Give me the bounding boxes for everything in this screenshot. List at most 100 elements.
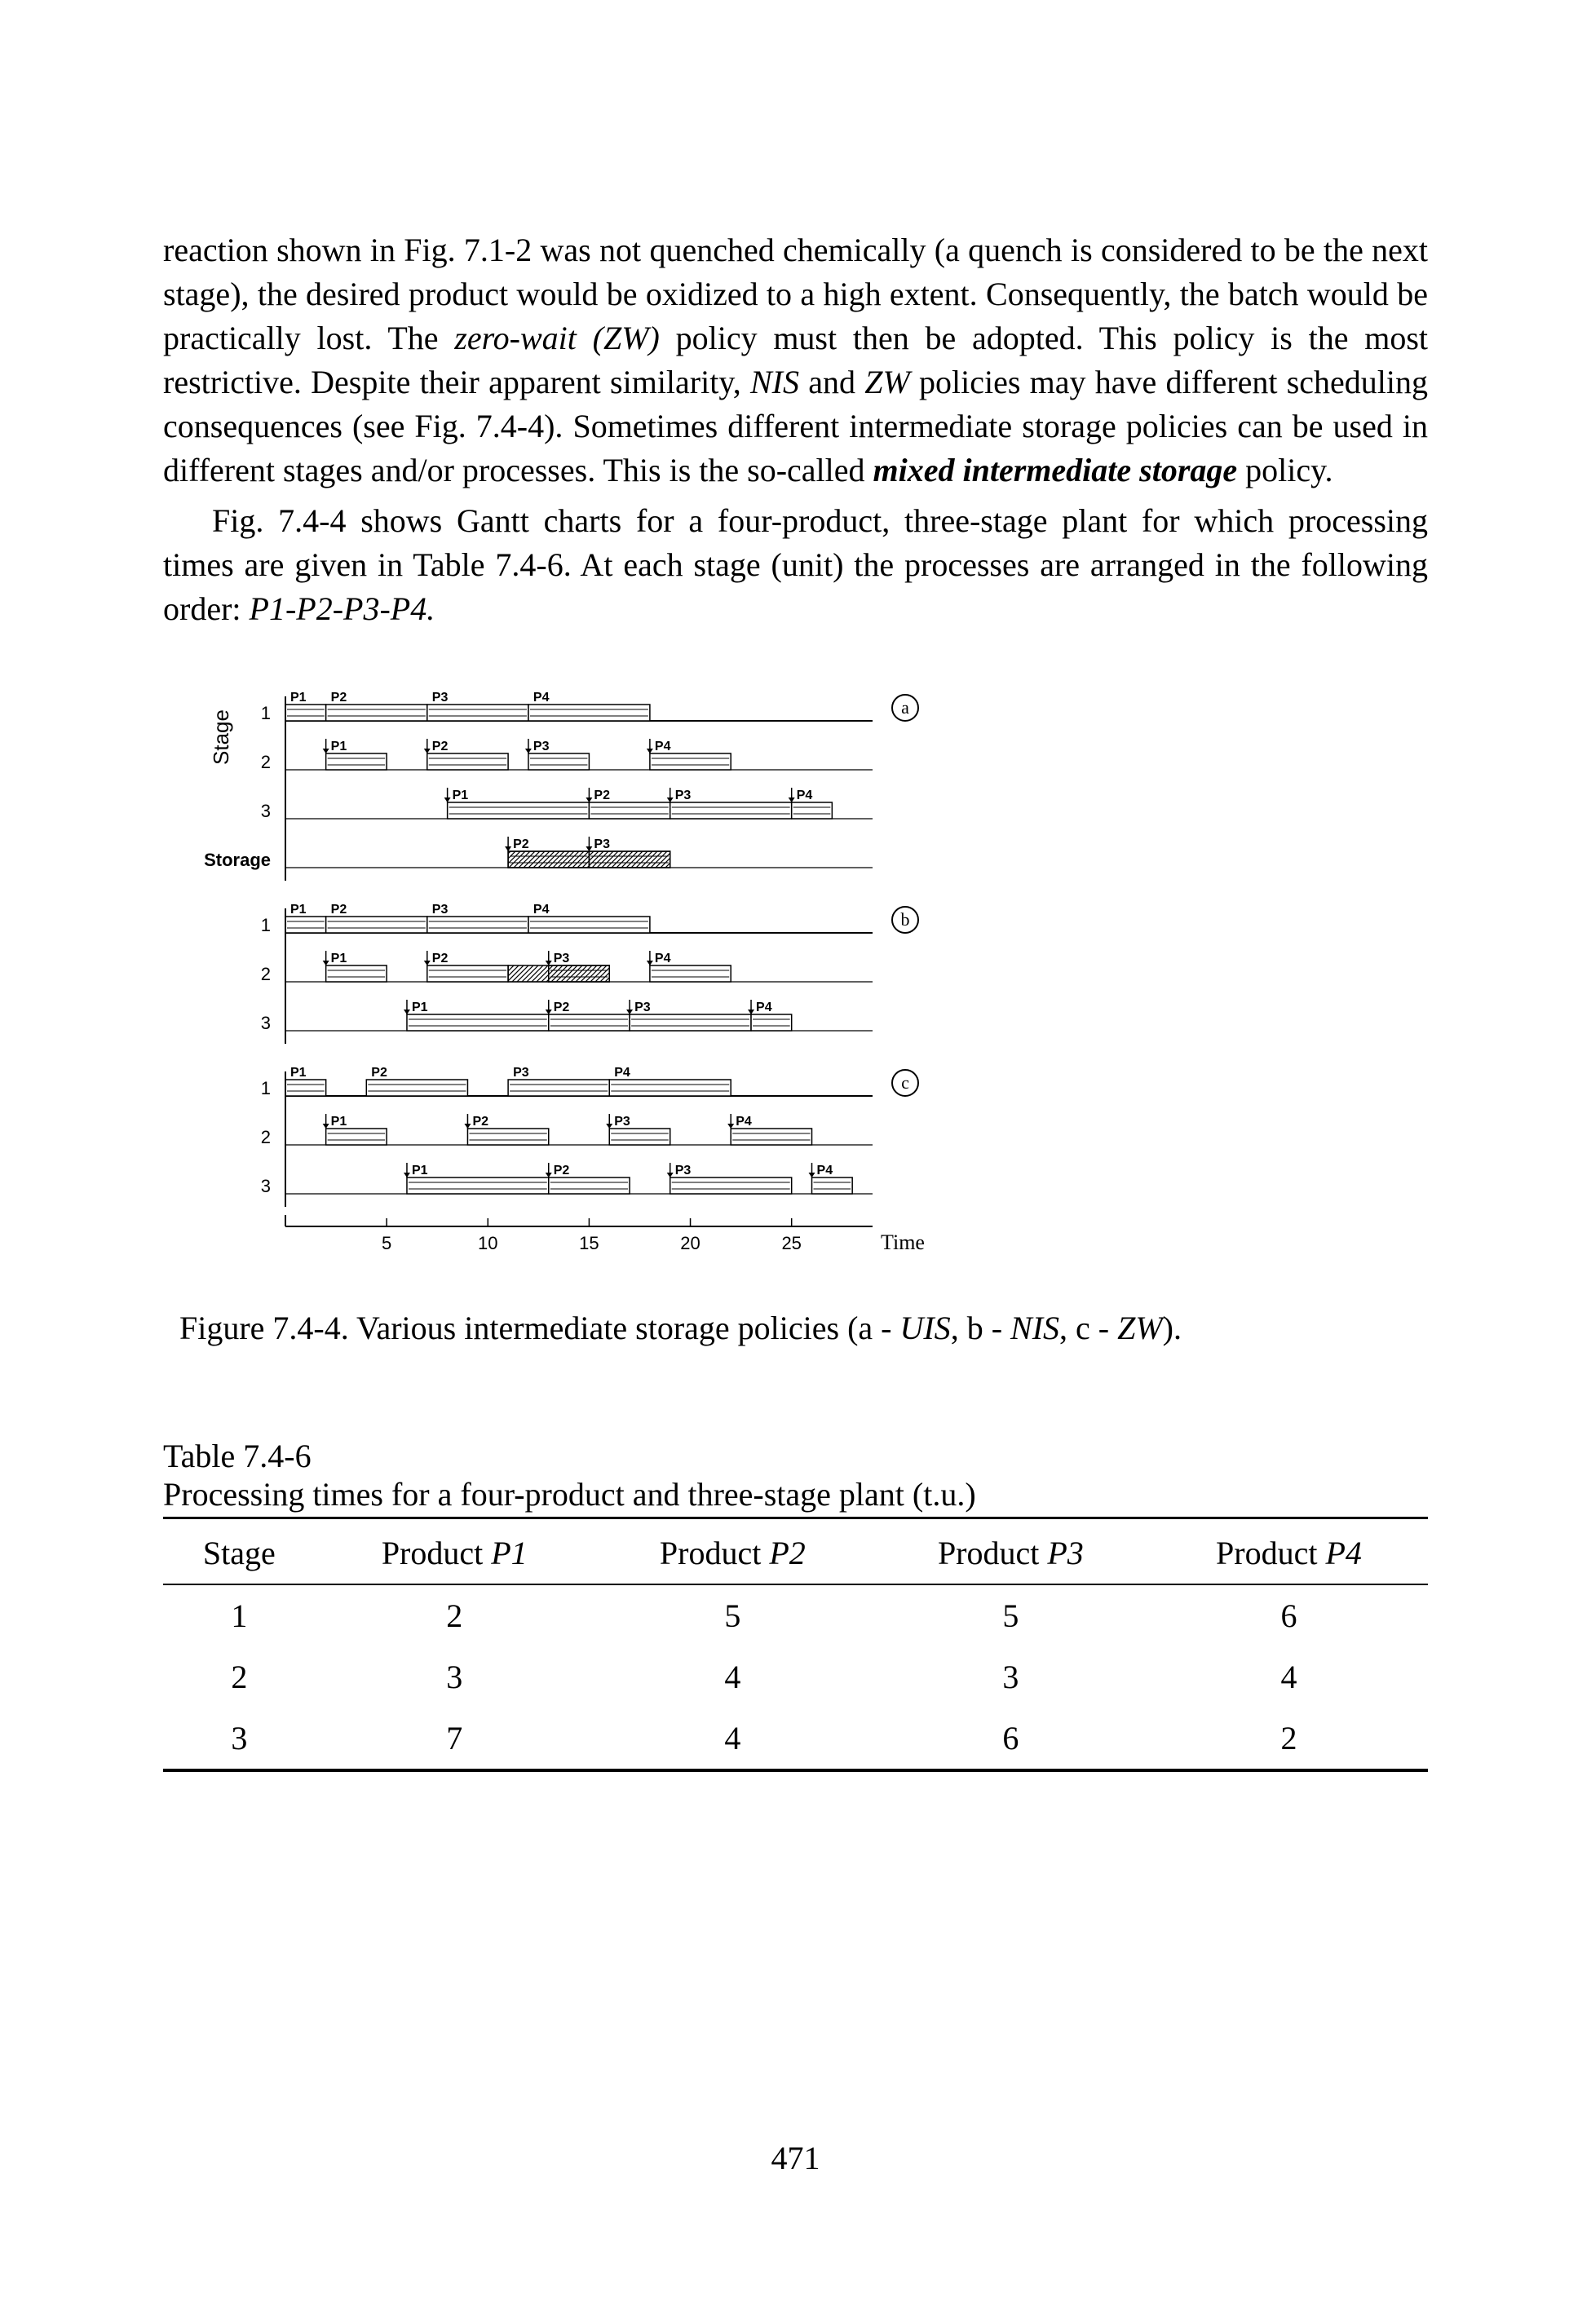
table-cell: 2 bbox=[1150, 1708, 1428, 1770]
table-header: Product P2 bbox=[594, 1522, 872, 1584]
svg-text:P3: P3 bbox=[533, 740, 550, 753]
svg-text:3: 3 bbox=[261, 801, 271, 821]
table-title: Table 7.4-6 bbox=[163, 1437, 1428, 1475]
table-subtitle: Processing times for a four-product and … bbox=[163, 1475, 1428, 1519]
figure-7-4-4: Stage1P1P2P3P42P1P2P3P43P1P2P3P4StorageP… bbox=[179, 664, 1428, 1347]
text-italic: zero-wait (ZW) bbox=[454, 320, 660, 356]
svg-text:P1: P1 bbox=[290, 691, 307, 705]
body-paragraph-2: Fig. 7.4-4 shows Gantt charts for a four… bbox=[163, 499, 1428, 631]
svg-text:2: 2 bbox=[261, 964, 271, 984]
table-cell: 4 bbox=[594, 1646, 872, 1708]
text-run: policy. bbox=[1237, 452, 1332, 488]
svg-text:P4: P4 bbox=[533, 903, 550, 917]
svg-text:b: b bbox=[901, 909, 910, 930]
svg-text:P2: P2 bbox=[432, 952, 449, 965]
svg-text:3: 3 bbox=[261, 1013, 271, 1033]
text-italic: UIS bbox=[899, 1310, 950, 1346]
svg-text:P3: P3 bbox=[675, 1164, 692, 1177]
svg-text:Time: Time bbox=[881, 1230, 925, 1254]
svg-text:P3: P3 bbox=[675, 789, 692, 802]
table-cell: 7 bbox=[316, 1708, 594, 1770]
svg-text:P1: P1 bbox=[412, 1164, 428, 1177]
table-cell: 4 bbox=[594, 1708, 872, 1770]
table-cell: 4 bbox=[1150, 1646, 1428, 1708]
table-cell: 5 bbox=[872, 1584, 1150, 1646]
table-cell: 3 bbox=[316, 1646, 594, 1708]
svg-text:P4: P4 bbox=[797, 789, 813, 802]
svg-text:P2: P2 bbox=[554, 1001, 570, 1014]
text-italic: P1-P2-P3-P4. bbox=[250, 590, 435, 627]
svg-text:P3: P3 bbox=[614, 1115, 630, 1129]
svg-text:P4: P4 bbox=[614, 1066, 630, 1080]
svg-text:5: 5 bbox=[382, 1233, 391, 1253]
svg-text:P1: P1 bbox=[290, 903, 307, 917]
svg-text:P2: P2 bbox=[472, 1115, 488, 1129]
table-7-4-6: Table 7.4-6 Processing times for a four-… bbox=[163, 1437, 1428, 1772]
text-italic: NIS bbox=[750, 364, 799, 400]
svg-text:P1: P1 bbox=[331, 1115, 347, 1129]
svg-text:P2: P2 bbox=[513, 837, 529, 851]
text-italic: NIS bbox=[1010, 1310, 1059, 1346]
table-header: Product P4 bbox=[1150, 1522, 1428, 1584]
figure-caption: Figure 7.4-4. Various intermediate stora… bbox=[179, 1309, 1428, 1347]
svg-text:P4: P4 bbox=[817, 1164, 833, 1177]
svg-text:20: 20 bbox=[680, 1233, 700, 1253]
svg-text:3: 3 bbox=[261, 1176, 271, 1196]
svg-text:1: 1 bbox=[261, 703, 271, 723]
svg-text:P3: P3 bbox=[432, 691, 449, 705]
text-run: , c - bbox=[1059, 1310, 1117, 1346]
table-row: 23434 bbox=[163, 1646, 1428, 1708]
text-run: , b - bbox=[951, 1310, 1010, 1346]
text-italic: ZW bbox=[1117, 1310, 1163, 1346]
table-cell: 6 bbox=[872, 1708, 1150, 1770]
text-bolditalic: mixed intermediate storage bbox=[873, 452, 1238, 488]
svg-text:P3: P3 bbox=[634, 1001, 651, 1014]
svg-text:P3: P3 bbox=[594, 837, 610, 851]
svg-text:P1: P1 bbox=[331, 740, 347, 753]
svg-text:P4: P4 bbox=[736, 1115, 752, 1129]
svg-text:P2: P2 bbox=[331, 903, 347, 917]
table-cell: 6 bbox=[1150, 1584, 1428, 1646]
svg-text:P1: P1 bbox=[290, 1066, 307, 1080]
table-cell: 3 bbox=[163, 1708, 316, 1770]
text-run: ). bbox=[1163, 1310, 1182, 1346]
svg-text:2: 2 bbox=[261, 752, 271, 772]
svg-text:P4: P4 bbox=[533, 691, 550, 705]
table-header: Product P1 bbox=[316, 1522, 594, 1584]
svg-text:P3: P3 bbox=[513, 1066, 529, 1080]
table-header: Product P3 bbox=[872, 1522, 1150, 1584]
svg-text:2: 2 bbox=[261, 1127, 271, 1147]
svg-text:a: a bbox=[901, 697, 909, 718]
processing-times-table: StageProduct P1Product P2Product P3Produ… bbox=[163, 1522, 1428, 1772]
table-row: 12556 bbox=[163, 1584, 1428, 1646]
svg-text:P2: P2 bbox=[594, 789, 610, 802]
svg-text:P2: P2 bbox=[331, 691, 347, 705]
gantt-charts-svg: Stage1P1P2P3P42P1P2P3P43P1P2P3P4StorageP… bbox=[179, 664, 962, 1275]
svg-text:P4: P4 bbox=[655, 952, 671, 965]
svg-text:P2: P2 bbox=[371, 1066, 387, 1080]
svg-text:P3: P3 bbox=[432, 903, 449, 917]
table-row: 37462 bbox=[163, 1708, 1428, 1770]
svg-text:P2: P2 bbox=[432, 740, 449, 753]
svg-text:P1: P1 bbox=[412, 1001, 428, 1014]
svg-text:1: 1 bbox=[261, 915, 271, 935]
table-cell: 2 bbox=[163, 1646, 316, 1708]
text-run: and bbox=[799, 364, 864, 400]
svg-text:P1: P1 bbox=[453, 789, 469, 802]
svg-text:25: 25 bbox=[781, 1233, 801, 1253]
svg-text:P1: P1 bbox=[331, 952, 347, 965]
svg-text:c: c bbox=[901, 1072, 909, 1093]
text-italic: ZW bbox=[864, 364, 910, 400]
table-cell: 5 bbox=[594, 1584, 872, 1646]
svg-text:P2: P2 bbox=[554, 1164, 570, 1177]
svg-text:10: 10 bbox=[478, 1233, 497, 1253]
svg-text:1: 1 bbox=[261, 1078, 271, 1098]
text-run: Figure 7.4-4. Various intermediate stora… bbox=[179, 1310, 899, 1346]
page-number: 471 bbox=[0, 2139, 1591, 2177]
svg-text:P3: P3 bbox=[554, 952, 570, 965]
svg-text:Stage: Stage bbox=[209, 709, 233, 765]
table-header: Stage bbox=[163, 1522, 316, 1584]
table-cell: 1 bbox=[163, 1584, 316, 1646]
svg-text:15: 15 bbox=[579, 1233, 599, 1253]
svg-text:P4: P4 bbox=[655, 740, 671, 753]
